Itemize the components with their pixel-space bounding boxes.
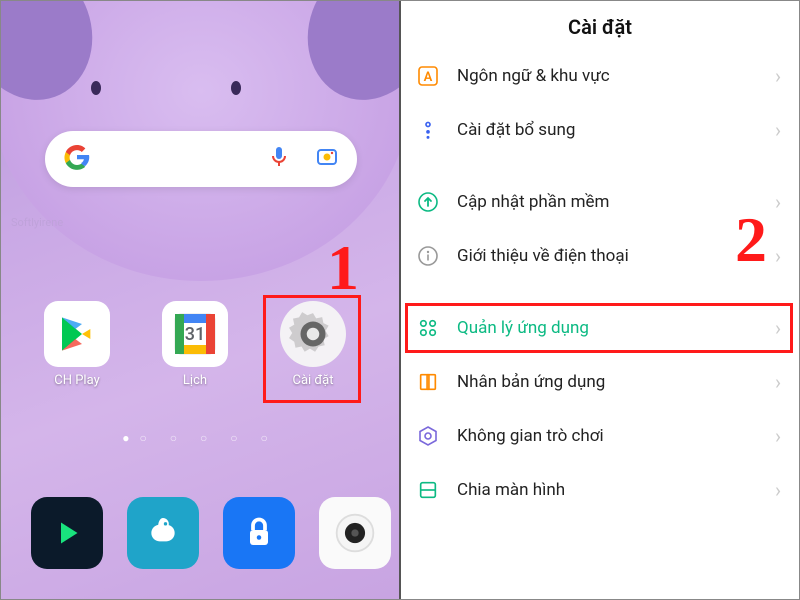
item-label: Cài đặt bổ sung [457,120,759,140]
lens-icon[interactable] [315,145,339,173]
google-logo-icon [63,143,91,175]
info-icon [415,243,441,269]
lang-a-icon: A [415,63,441,89]
clone-icon [415,369,441,395]
split-icon [415,477,441,503]
app-calendar[interactable]: 31 Lịch [149,301,241,388]
wallpaper-signature: Softlyirene [11,216,63,229]
app-ch-play[interactable]: CH Play [31,301,123,388]
svg-text:31: 31 [185,324,205,345]
google-search-bar[interactable] [45,131,357,187]
settings-item-split-screen[interactable]: Chia màn hình › [401,463,799,517]
settings-screen: Cài đặt 2 A Ngôn ngữ & khu vực › Cài đặt… [401,1,799,599]
wallpaper-eye [231,81,241,95]
settings-item-language[interactable]: A Ngôn ngữ & khu vực › [401,49,799,103]
home-screen: Softlyirene 1 CH Play [1,1,401,599]
settings-item-app-management[interactable]: Quản lý ứng dụng › [401,301,799,355]
settings-item-about[interactable]: Giới thiệu về điện thoại › [401,229,799,283]
chevron-right-icon: › [775,370,781,394]
highlight-box-1 [263,295,361,403]
item-label: Ngôn ngữ & khu vực [457,66,759,86]
wallpaper-eye [91,81,101,95]
item-label: Cập nhật phần mềm [457,192,759,212]
dock-lock-app[interactable] [223,497,295,569]
highlight-box-2 [405,303,793,353]
chevron-right-icon: › [775,424,781,448]
item-label: Nhân bản ứng dụng [457,372,759,392]
chevron-right-icon: › [775,64,781,88]
dock-row [31,497,391,569]
play-store-icon [44,301,110,367]
game-icon [415,423,441,449]
settings-list: A Ngôn ngữ & khu vực › Cài đặt bổ sung ›… [401,49,799,517]
settings-item-app-clone[interactable]: Nhân bản ứng dụng › [401,355,799,409]
chevron-right-icon: › [775,118,781,142]
svg-text:A: A [424,70,433,85]
chevron-right-icon: › [775,478,781,502]
more-dots-icon [415,117,441,143]
dock-camera-app[interactable] [319,497,391,569]
chevron-right-icon: › [775,244,781,268]
mic-icon[interactable] [267,145,291,173]
update-arrow-icon [415,189,441,215]
app-label: CH Play [54,373,99,388]
settings-item-additional[interactable]: Cài đặt bổ sung › [401,103,799,157]
page-title: Cài đặt [401,1,799,49]
item-label: Không gian trò chơi [457,426,759,446]
settings-item-game-space[interactable]: Không gian trò chơi › [401,409,799,463]
item-label: Giới thiệu về điện thoại [457,246,759,266]
dock-bird-app[interactable] [127,497,199,569]
settings-item-update[interactable]: Cập nhật phần mềm › [401,175,799,229]
item-label: Chia màn hình [457,480,759,500]
app-label: Lịch [183,373,207,388]
chevron-right-icon: › [775,190,781,214]
page-indicator: ●○ ○ ○ ○ ○ [1,431,399,445]
calendar-icon: 31 [162,301,228,367]
dock-media-app[interactable] [31,497,103,569]
step-annotation-1: 1 [327,231,359,305]
